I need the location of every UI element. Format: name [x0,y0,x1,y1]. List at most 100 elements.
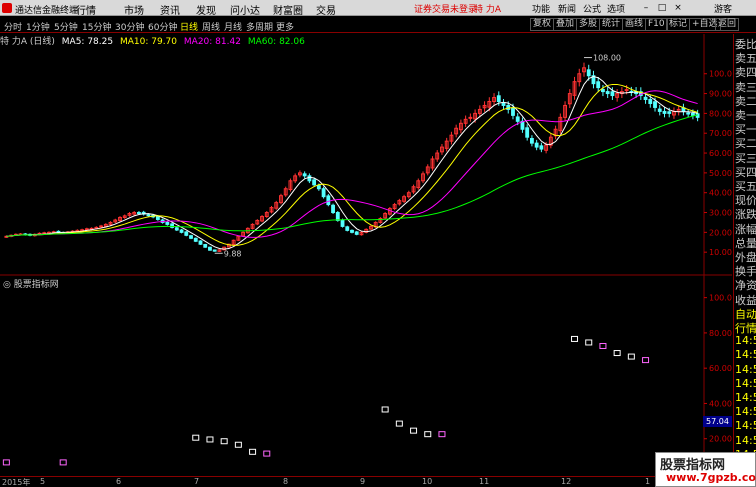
right-quote-panel: 委比 卖五 卖四 卖三 卖二 卖一 买一 买二 买三 买四 买五 现价 涨跌 涨幅 总量 外盘 换手 净资 收益 自动… [733,34,756,476]
candle-body [331,204,335,214]
candle-body [174,227,179,231]
period-tab[interactable]: 1分钟 [26,20,50,33]
ma5-label: MA5: 78.25 [61,37,114,47]
candle-body [586,69,591,77]
sub-y-tick-label: 60.00 [709,364,732,373]
indicator-title: ◎ 股票指标网 [3,277,59,290]
candle-body [302,173,307,177]
menu-news-right[interactable]: 新闻 [558,2,576,15]
candle-body [155,215,160,220]
multi-stock-button[interactable]: 多股 [576,18,601,31]
f10-button[interactable]: F10 [645,18,668,31]
period-tab[interactable]: 5分钟 [54,20,78,33]
candle-body [354,231,359,235]
period-tab[interactable]: 多周期 [246,20,273,33]
ma10-label: MA10: 79.70 [119,37,178,47]
indicator-signal [263,450,271,457]
candle-body [316,185,321,190]
quote-field-label: 14:56 [735,391,756,404]
chart-area[interactable]: 100.0 90.00 80.00 70.00 60.00 50.00 40.00 30.00… [0,34,732,476]
x-axis-label: 1 [645,477,651,486]
minimize-icon[interactable]: – [640,2,652,14]
quote-field-label: 14:56 [735,433,756,447]
candle-body [643,96,648,101]
ma20-line [6,90,698,238]
candle-body [99,225,103,228]
candle-body [690,112,695,116]
restore-rights-button[interactable]: 复权 [530,18,555,31]
login-notice[interactable]: 证券交易未登录 [414,2,477,15]
watermark-line2: www.7gpzb.com [666,471,756,484]
candle-body [350,229,354,233]
low-annotation: 9.88 [224,249,242,258]
indicator-signal [613,350,621,357]
candle-body [179,229,184,233]
back-button[interactable]: 返回 [715,18,740,31]
candle-body [596,81,601,89]
statistics-button[interactable]: 统计 [599,18,624,31]
stock-name-header: 特 力A [474,5,502,15]
candle-body [340,219,345,227]
guest-label[interactable]: 游客 [714,2,732,15]
candle-body [686,112,691,115]
y-tick-label: 10.00 [709,248,732,257]
sub-y-tick-label: 100.0 [709,294,732,303]
quote-field-label: 14:56 [735,405,756,419]
quote-field-label: 14:56 [735,419,756,433]
close-icon[interactable]: × [672,2,684,14]
indicator-signal [192,434,200,441]
candle-body [321,188,326,198]
menu-quotes[interactable]: 行情 [76,2,96,17]
period-tab[interactable]: 30分钟 [115,20,144,33]
quote-field-label: 14:56 [735,376,756,390]
menu-news[interactable]: 资讯 [160,2,180,17]
y-tick-label: 80.00 [709,109,732,118]
menu-formula[interactable]: 公式 [583,2,601,15]
indicator-signal [424,431,432,438]
period-tab[interactable]: 60分钟 [148,20,177,33]
mark-button[interactable]: 标记 [666,18,691,31]
quote-field-label: 14:56 [735,362,756,376]
candle-body [212,249,217,252]
x-axis-bar: 2015年 5 6 7 8 9 10 11 12 1 [0,476,732,487]
draw-line-button[interactable]: 画线 [622,18,647,31]
y-tick-label: 50.00 [709,169,732,178]
x-axis-label: 9 [360,477,366,486]
ma60-label: MA60: 82.06 [247,37,305,47]
candle-body [539,145,544,150]
kline-chart[interactable]: 100.0 90.00 80.00 70.00 60.00 50.00 40.00 30.00… [0,34,732,476]
maximize-icon[interactable]: □ [656,2,668,14]
period-tab-active[interactable]: 日线 [180,20,198,33]
menu-discover[interactable]: 发现 [196,2,216,17]
x-axis-label: 8 [283,477,289,486]
indicator-signal [599,342,607,349]
quote-field-label: 14:56 [735,334,756,348]
candle-body [657,108,662,112]
overlay-button[interactable]: 叠加 [553,18,578,31]
indicator-signal [410,427,418,434]
indicator-icon: ◎ [3,280,14,290]
menu-function[interactable]: 功能 [532,2,550,15]
candle-body [501,102,506,106]
period-tab[interactable]: 更多 [276,20,294,33]
candle-body [335,212,340,221]
period-tab[interactable]: 月线 [224,20,242,33]
indicator-signal [585,339,593,346]
period-tab[interactable]: 周线 [202,20,220,33]
menu-trade[interactable]: 交易 [316,2,336,17]
ma60-line [6,114,698,237]
x-axis-label: 2015年 [2,478,31,487]
candle-body [307,175,312,182]
menu-wealth[interactable]: 财富圈 [273,2,303,17]
menu-bar: 通达信金融终端 行情 市场 资讯 发现 问小达 财富圈 交易 证券交易未登录 特… [0,0,756,17]
candle-body [529,138,534,144]
x-axis-label: 10 [422,477,433,486]
candle-body [189,235,193,239]
menu-options[interactable]: 选项 [607,2,625,15]
period-tab[interactable]: 分时 [4,20,22,33]
x-axis-label: 6 [116,477,122,486]
menu-market[interactable]: 市场 [124,2,144,17]
sub-y-tick-label: 40.00 [709,399,732,408]
period-tab[interactable]: 15分钟 [82,20,111,33]
menu-ask[interactable]: 问小达 [230,2,260,17]
